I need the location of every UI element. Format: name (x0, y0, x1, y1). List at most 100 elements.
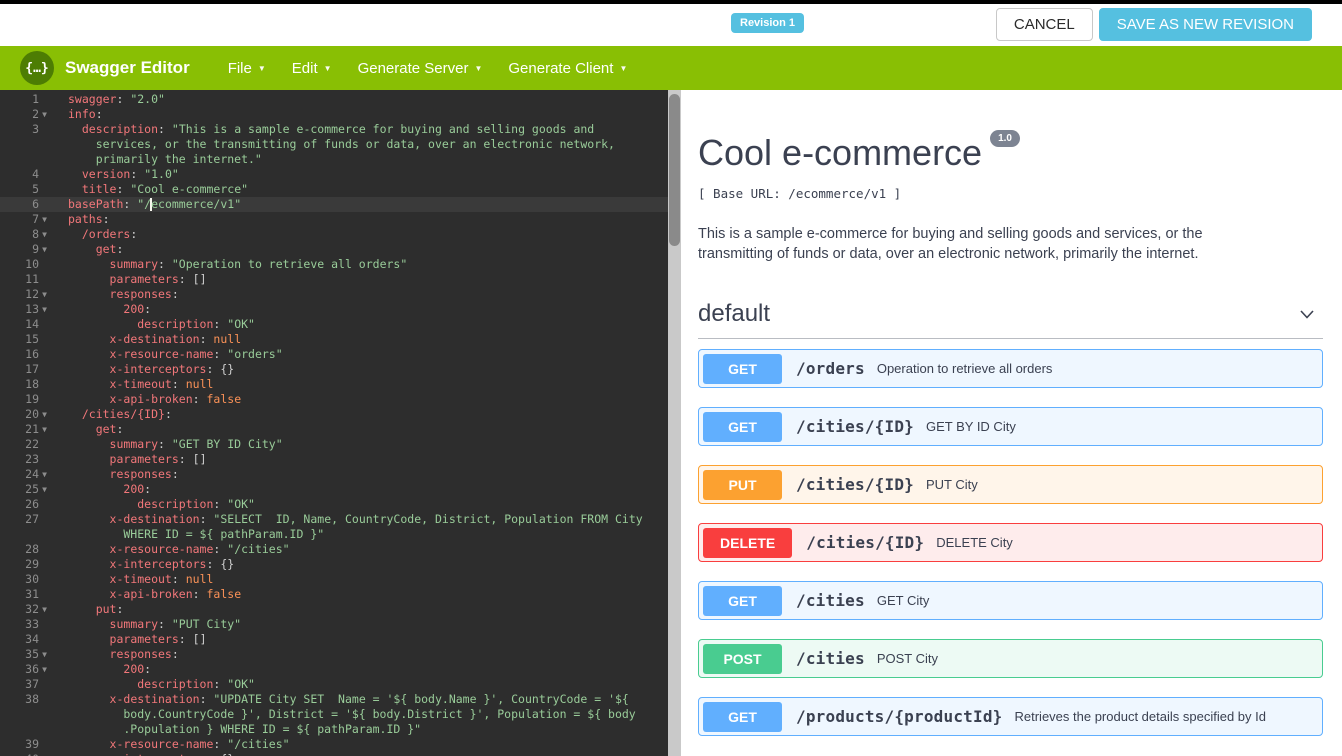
cancel-button[interactable]: CANCEL (995, 8, 1093, 41)
menu-generate-server[interactable]: Generate Server ▼ (356, 54, 485, 83)
line-number: 33 (25, 617, 39, 631)
line-number: 17 (25, 362, 39, 376)
code-line-active: 6 basePath: "/ecommerce/v1" (0, 197, 681, 212)
fold-caret-icon[interactable]: ▼ (39, 212, 50, 227)
code-line: 8 ▼ /orders: (0, 227, 681, 242)
fold-caret-empty (39, 677, 50, 692)
fold-caret-icon[interactable]: ▼ (39, 422, 50, 437)
code-text: x-api-broken: false (109, 587, 242, 601)
line-number: 15 (25, 332, 39, 346)
code-line: 2 ▼ info: (0, 107, 681, 122)
code-text: responses: (109, 287, 179, 301)
line-number: 12 (25, 287, 39, 301)
editor-scrollbar-thumb[interactable] (669, 94, 680, 246)
line-number: 29 (25, 557, 39, 571)
code-line: 37 description: "OK" (0, 677, 681, 692)
fold-caret-empty (39, 452, 50, 467)
code-text: x-resource-name: "/cities" (109, 542, 290, 556)
yaml-code-editor[interactable]: 1 swagger: "2.0" 2 ▼ info: 3 description: "Th… (0, 90, 681, 756)
line-gutter: 3 (0, 122, 55, 137)
fold-caret-empty (39, 737, 50, 752)
code-text: /orders: (81, 227, 138, 241)
endpoint-row-get-cities[interactable]: GET/cities GET City (698, 581, 1323, 620)
method-badge: GET (703, 353, 782, 384)
menu-caret-icon: ▼ (619, 63, 628, 73)
line-gutter: 40 (0, 752, 55, 756)
code-line: 36 ▼ 200: (0, 662, 681, 677)
menu-file[interactable]: File ▼ (226, 54, 268, 83)
fold-caret-icon[interactable]: ▼ (39, 287, 50, 302)
line-number: 18 (25, 377, 39, 391)
code-line: 3 description: "This is a sample e-comme… (0, 122, 681, 137)
code-line: 16 x-resource-name: "orders" (0, 347, 681, 362)
chevron-down-icon[interactable] (1297, 304, 1317, 324)
line-gutter: 39 (0, 737, 55, 752)
fold-caret-icon[interactable]: ▼ (39, 647, 50, 662)
fold-caret-icon[interactable]: ▼ (39, 302, 50, 317)
code-line: 32 ▼ put: (0, 602, 681, 617)
line-number: 26 (25, 497, 39, 511)
fold-caret-empty (39, 347, 50, 362)
line-gutter: 26 (0, 497, 55, 512)
save-as-new-revision-button[interactable]: SAVE AS NEW REVISION (1098, 8, 1312, 41)
code-line: 20 ▼ /cities/{ID}: (0, 407, 681, 422)
fold-caret-empty (39, 587, 50, 602)
code-line: 30 x-timeout: null (0, 572, 681, 587)
fold-caret-empty (39, 392, 50, 407)
method-badge: POST (703, 643, 782, 674)
line-gutter (0, 137, 55, 152)
fold-caret-icon[interactable]: ▼ (39, 107, 50, 122)
endpoint-row-get-cities-ID-[interactable]: GET/cities/{ID} GET BY ID City (698, 407, 1323, 446)
method-badge: GET (703, 585, 782, 616)
code-line: 11 parameters: [] (0, 272, 681, 287)
code-text: summary: "GET BY ID City" (109, 437, 283, 451)
fold-caret-empty (39, 722, 50, 737)
line-gutter (0, 722, 55, 737)
endpoint-row-post-cities[interactable]: POST/cities POST City (698, 639, 1323, 678)
editor-scrollbar[interactable] (668, 90, 681, 756)
line-number: 6 (32, 197, 39, 211)
tag-section-default: default GET/orders Operation to retrieve … (698, 300, 1323, 736)
fold-caret-icon[interactable]: ▼ (39, 467, 50, 482)
fold-caret-icon[interactable]: ▼ (39, 662, 50, 677)
line-number: 8 (32, 227, 39, 241)
code-line: 27 x-destination: "SELECT ID, Name, Coun… (0, 512, 681, 527)
endpoint-row-get-orders[interactable]: GET/orders Operation to retrieve all orde… (698, 349, 1323, 388)
line-gutter: 4 (0, 167, 55, 182)
line-gutter: 21 ▼ (0, 422, 55, 437)
fold-caret-empty (39, 512, 50, 527)
code-text: /cities/{ID}: (81, 407, 172, 421)
fold-caret-icon[interactable]: ▼ (39, 602, 50, 617)
fold-caret-empty (39, 437, 50, 452)
code-line: 33 summary: "PUT City" (0, 617, 681, 632)
endpoint-path: /cities/{ID} (806, 533, 925, 552)
menu-edit[interactable]: Edit ▼ (290, 54, 334, 83)
tag-section-header[interactable]: default (698, 300, 1323, 339)
line-gutter: 25 ▼ (0, 482, 55, 497)
fold-caret-icon[interactable]: ▼ (39, 242, 50, 257)
line-number: 24 (25, 467, 39, 481)
endpoint-summary: Retrieves the product details specified … (1014, 709, 1266, 724)
fold-caret-icon[interactable]: ▼ (39, 407, 50, 422)
line-gutter (0, 152, 55, 167)
code-line: 1 swagger: "2.0" (0, 92, 681, 107)
line-number: 34 (25, 632, 39, 646)
code-text: swagger: "2.0" (68, 92, 165, 106)
line-gutter: 28 (0, 542, 55, 557)
code-line: 38 x-destination: "UPDATE City SET Name … (0, 692, 681, 707)
menu-generate-client[interactable]: Generate Client ▼ (506, 54, 629, 83)
line-number: 27 (25, 512, 39, 526)
fold-caret-icon[interactable]: ▼ (39, 482, 50, 497)
code-text: x-timeout: null (109, 572, 214, 586)
code-text: x-destination: "UPDATE City SET Name = '… (109, 692, 629, 706)
code-line: 9 ▼ get: (0, 242, 681, 257)
fold-caret-icon[interactable]: ▼ (39, 227, 50, 242)
line-gutter: 5 (0, 182, 55, 197)
endpoint-row-delete-cities-ID-[interactable]: DELETE/cities/{ID} DELETE City (698, 523, 1323, 562)
endpoint-row-get-products-productId-[interactable]: GET/products/{productId} Retrieves the pr… (698, 697, 1323, 736)
line-number: 16 (25, 347, 39, 361)
line-gutter: 19 (0, 392, 55, 407)
method-badge: PUT (703, 469, 782, 500)
line-gutter: 15 (0, 332, 55, 347)
endpoint-row-put-cities-ID-[interactable]: PUT/cities/{ID} PUT City (698, 465, 1323, 504)
